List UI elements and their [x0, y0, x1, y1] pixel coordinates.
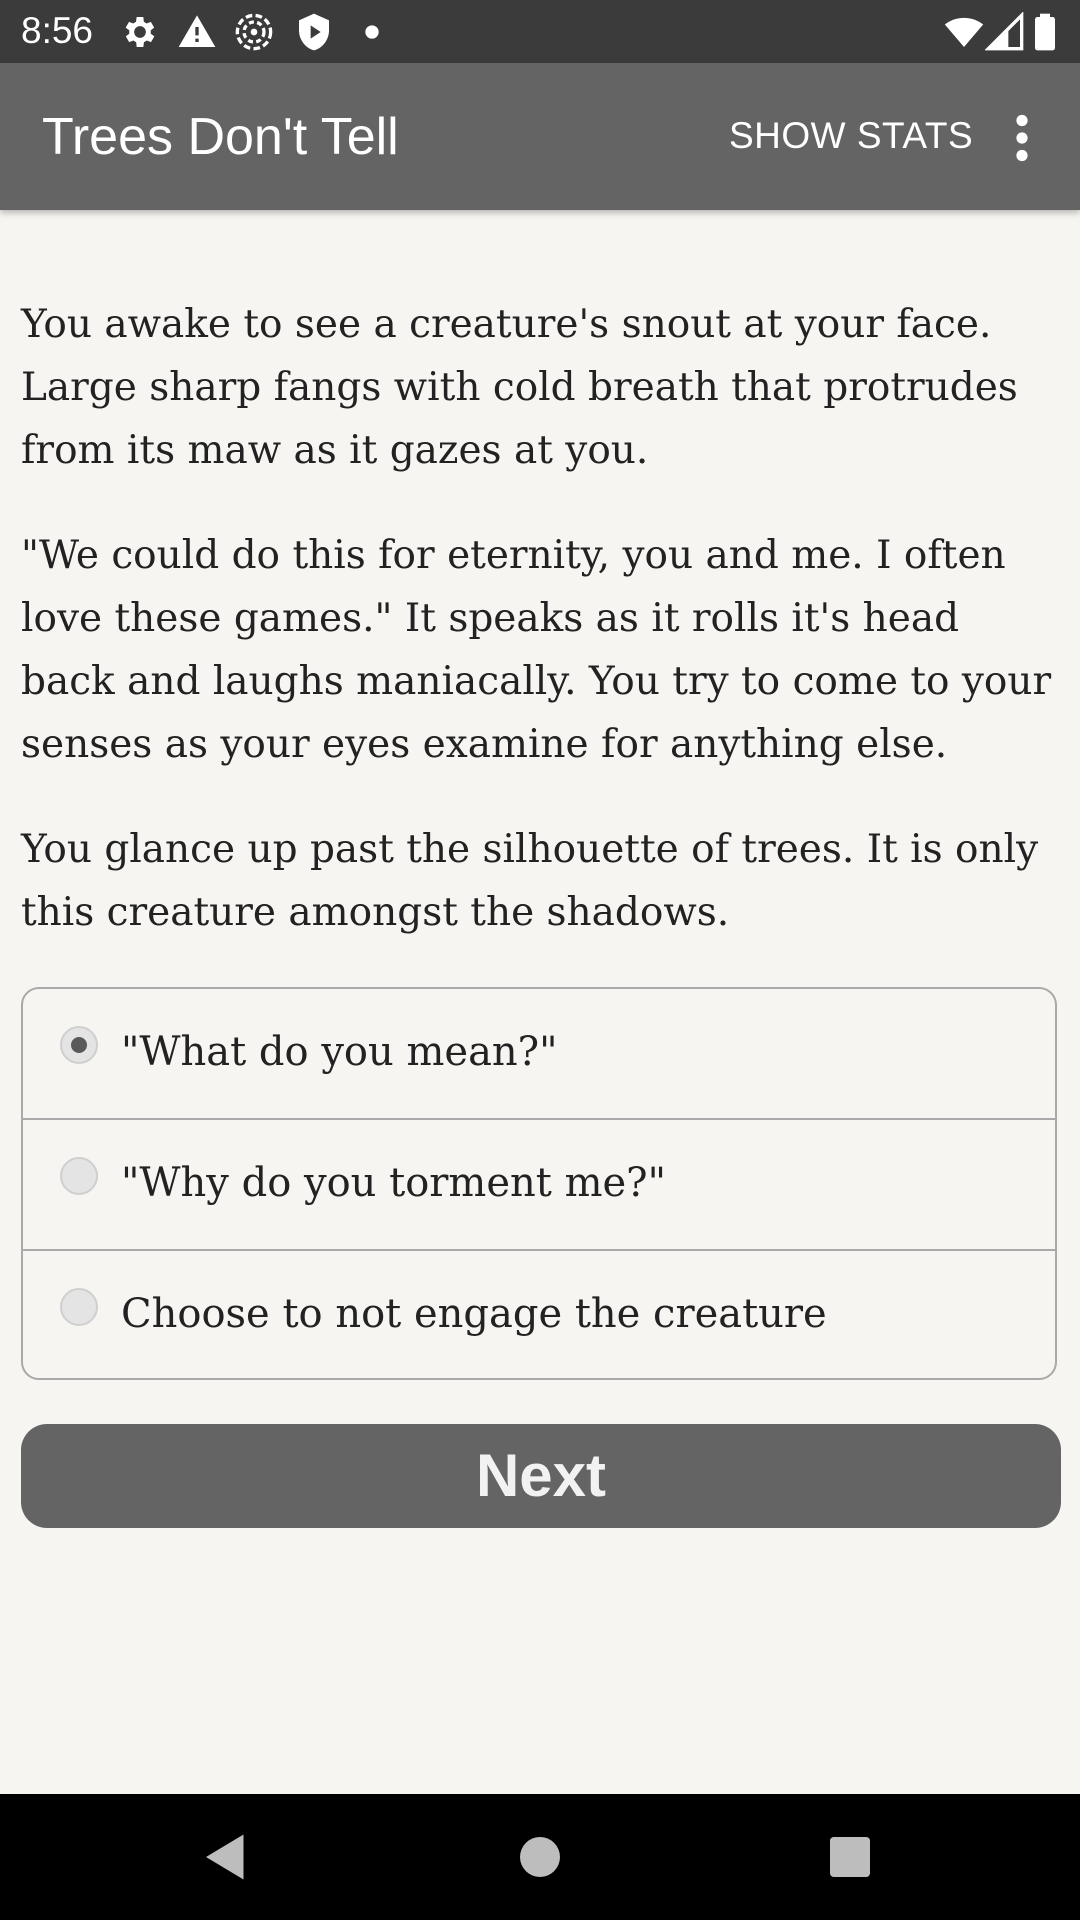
shield-icon: [294, 12, 334, 52]
choice-radio-group: "What do you mean?" "Why do you torment …: [21, 987, 1057, 1380]
status-time: 8:56: [21, 10, 94, 51]
more-vert-icon[interactable]: [1004, 113, 1040, 163]
story-paragraph: You awake to see a creature's snout at y…: [21, 302, 1018, 473]
wifi-icon: [944, 12, 984, 52]
signal-icon: [985, 12, 1025, 52]
battery-icon: [1028, 12, 1062, 52]
radio-button[interactable]: [60, 1288, 98, 1326]
story-paragraph: You glance up past the silhouette of tre…: [21, 827, 1039, 935]
choice-option[interactable]: Choose to not engage the creature: [23, 1251, 1055, 1378]
show-stats-button[interactable]: SHOW STATS: [729, 113, 973, 159]
story-text: You awake to see a creature's snout at y…: [21, 293, 1061, 986]
navigation-bar: [0, 1794, 1080, 1920]
radio-button-selected[interactable]: [60, 1026, 98, 1064]
status-bar: 8:56: [0, 0, 1080, 63]
recents-icon[interactable]: [820, 1827, 880, 1887]
story-paragraph: "We could do this for eternity, you and …: [21, 533, 1052, 767]
dot-icon: [352, 12, 392, 52]
app-bar: Trees Don't Tell SHOW STATS: [0, 63, 1080, 210]
choice-label: "What do you mean?": [121, 1029, 558, 1075]
choice-option[interactable]: "What do you mean?": [23, 989, 1055, 1120]
warning-icon: [177, 12, 217, 52]
back-icon[interactable]: [196, 1827, 256, 1887]
radio-button[interactable]: [60, 1157, 98, 1195]
radar-icon: [234, 12, 274, 52]
gear-icon: [120, 12, 160, 52]
choice-option[interactable]: "Why do you torment me?": [23, 1120, 1055, 1251]
choice-label: Choose to not engage the creature: [121, 1291, 827, 1337]
home-icon[interactable]: [510, 1827, 570, 1887]
next-button[interactable]: Next: [21, 1424, 1061, 1528]
choice-label: "Why do you torment me?": [121, 1160, 667, 1206]
app-title: Trees Don't Tell: [42, 108, 399, 166]
